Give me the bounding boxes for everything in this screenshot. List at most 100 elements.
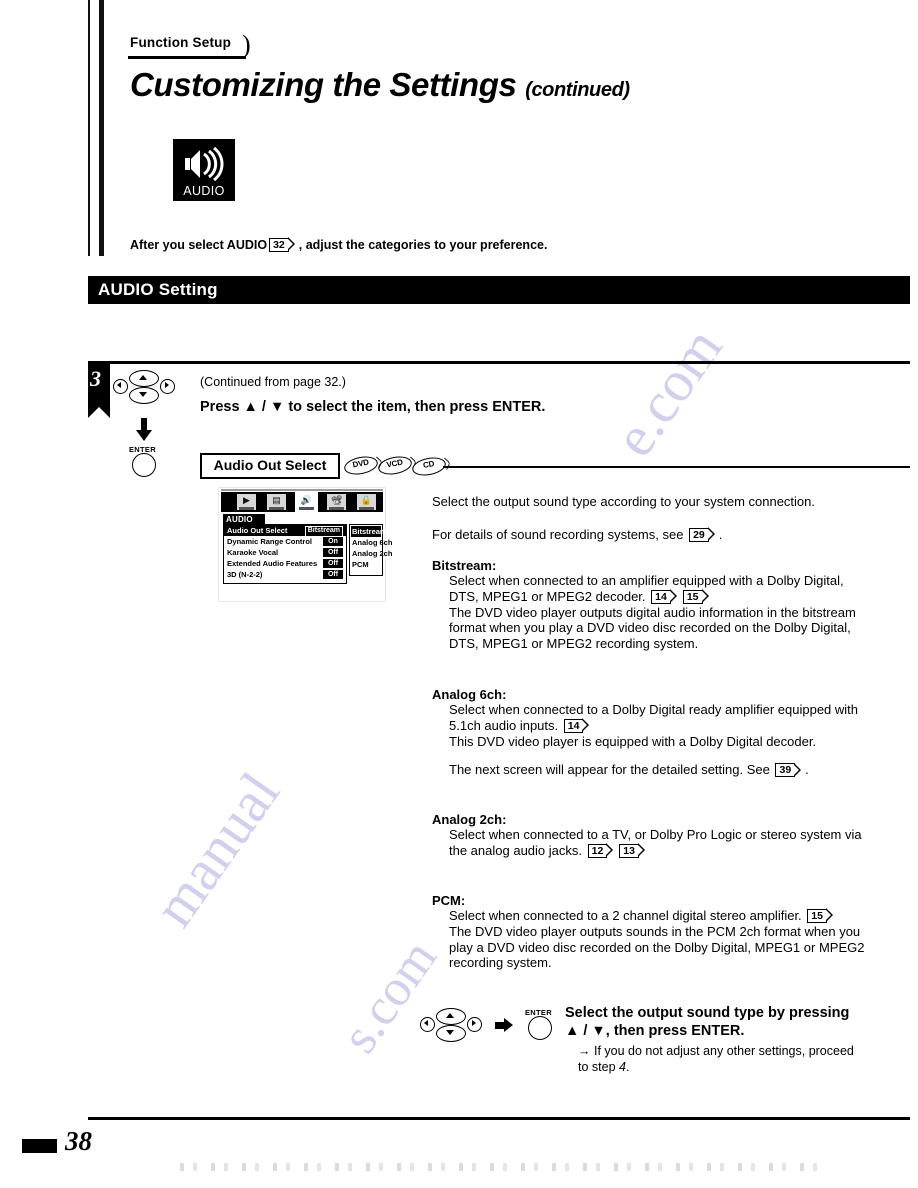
osd-row-value: Off <box>323 559 343 568</box>
kicker-paren-icon: ) <box>242 30 251 59</box>
osd-screen-icon[interactable]: 📽 <box>327 494 346 510</box>
osd-icon-bar: ▶ ▤ 🔊 📽 🔒 <box>221 492 383 512</box>
term-body: Select when connected to a Dolby Digital… <box>432 702 902 749</box>
term-line-2: the analog audio jacks. <box>449 842 582 858</box>
margin-rule-thin <box>88 0 90 256</box>
osd-row-label: Dynamic Range Control <box>227 537 313 546</box>
footer-marker <box>22 1139 57 1153</box>
details-paragraph: For details of sound recording systems, … <box>432 527 722 543</box>
term-note-before: The next screen will appear for the deta… <box>449 762 770 778</box>
dpad-right-arrow-icon <box>472 1020 476 1026</box>
intro-line: After you select AUDIO 32, adjust the cat… <box>130 237 547 252</box>
page-ref-chip: 32 <box>269 237 295 252</box>
down-arrow-icon <box>136 418 152 441</box>
osd-row-3d[interactable]: 3D (N-2-2) Off <box>224 569 346 580</box>
term-note-after: . <box>805 762 809 778</box>
osd-submenu-option-pcm[interactable]: PCM <box>352 559 369 570</box>
term-note: The next screen will appear for the deta… <box>432 762 902 778</box>
disc-badge-dvd-label: DVD <box>351 457 370 470</box>
step-instruction: Press ▲ / ▼ to select the item, then pre… <box>200 399 546 415</box>
enter-button <box>132 453 156 477</box>
page-ref-chip-12: 12 <box>587 843 613 858</box>
osd-menu-panel: Audio Out Select Bitstream Dynamic Range… <box>223 524 347 584</box>
osd-row-dynamic-range-control[interactable]: Dynamic Range Control On <box>224 536 346 547</box>
page-ref-chip-15: 15 <box>807 908 833 923</box>
watermark-text: manual <box>140 760 292 938</box>
osd-submenu-option-bitstream[interactable]: Bitstream <box>351 526 387 537</box>
section-header-bar: AUDIO Setting <box>88 276 910 304</box>
term-line-1: Select when connected to a TV, or Dolby … <box>449 827 862 842</box>
intro-text-before: After you select AUDIO <box>130 238 268 252</box>
page-title-main: Customizing the Settings <box>130 66 517 103</box>
osd-submenu: Bitstream Analog 6ch Analog 2ch PCM <box>349 524 392 576</box>
details-text-before: For details of sound recording systems, … <box>432 527 684 542</box>
kicker-label: Function Setup <box>130 35 232 50</box>
page-ref-chip-13: 13 <box>619 843 645 858</box>
osd-row-value: Off <box>323 570 343 579</box>
term-label: Bitstream: <box>432 558 497 573</box>
page-ref-chip-39: 39 <box>775 762 801 778</box>
kicker-underline <box>128 56 246 59</box>
final-note-line1: → If you do not adjust any other setting… <box>578 1044 854 1058</box>
final-enter-button <box>528 1016 552 1040</box>
scan-artifact <box>180 1163 820 1171</box>
term-block-bitstream: Bitstream: Select when connected to an a… <box>432 558 902 652</box>
page-title: Customizing the Settings (continued) <box>130 66 630 104</box>
page-ref-chip-29: 29 <box>689 527 715 542</box>
osd-lock-icon[interactable]: 🔒 <box>357 494 376 510</box>
final-note-step-number: 4 <box>619 1059 626 1074</box>
disc-badge-cd-label: CD <box>422 459 435 471</box>
osd-row-audio-out-select[interactable]: Audio Out Select Bitstream <box>224 525 346 537</box>
osd-row-value: Off <box>323 548 343 557</box>
page-title-suffix: (continued) <box>525 79 630 101</box>
term-line-3: The DVD video player outputs sounds in t… <box>449 923 861 939</box>
page-number: 38 <box>65 1126 92 1156</box>
term-line-4: play a DVD video disc recorded on the Do… <box>449 939 865 955</box>
manual-page: e.com manual s.com Function Setup ) Cust… <box>0 0 918 1188</box>
dpad-up-arrow-icon <box>139 375 147 380</box>
osd-row-extended-audio-features[interactable]: Extended Audio Features Off <box>224 558 346 569</box>
term-line-1: Select when connected to a 2 channel dig… <box>449 908 802 923</box>
dpad-right-arrow-icon <box>165 382 169 388</box>
dpad-down-arrow-icon <box>446 1030 454 1035</box>
dpad-left-arrow-icon <box>117 382 121 388</box>
term-block-pcm: PCM: Select when connected to a 2 channe… <box>432 893 902 971</box>
disc-badge-vcd-label: VCD <box>385 457 404 470</box>
osd-row-label: Extended Audio Features <box>227 559 318 568</box>
setting-rule <box>443 466 910 468</box>
details-text-after: . <box>718 527 723 542</box>
audio-badge-label: AUDIO <box>183 184 225 198</box>
setting-name: Audio Out Select <box>213 457 327 473</box>
osd-row-karaoke-vocal[interactable]: Karaoke Vocal Off <box>224 547 346 558</box>
disc-badge-dvd: DVD <box>342 453 380 478</box>
final-note-line2-before: to step <box>578 1059 619 1074</box>
osd-screenshot: ▶ ▤ 🔊 📽 🔒 AUDIO Audio Out Select Bitstre… <box>218 487 392 602</box>
final-instruction-line1: Select the output sound type by pressing <box>565 1005 850 1021</box>
term-label: Analog 2ch: <box>432 812 507 827</box>
term-line-3: This DVD video player is equipped with a… <box>449 733 817 749</box>
final-instruction: Select the output sound type by pressing… <box>565 1004 849 1040</box>
term-body: Select when connected to a 2 channel dig… <box>432 908 902 971</box>
osd-submenu-option-analog-2ch[interactable]: Analog 2ch <box>352 548 392 559</box>
watermark-text: s.com <box>330 930 448 1064</box>
term-block-analog-2ch: Analog 2ch: Select when connected to a T… <box>432 812 902 859</box>
continued-from-text: (Continued from page 32.) <box>200 375 346 389</box>
page-ref-chip-14: 14 <box>563 718 590 733</box>
disc-badge-vcd: VCD <box>376 453 414 478</box>
osd-top-line <box>221 489 383 491</box>
final-note: → If you do not adjust any other setting… <box>578 1044 854 1075</box>
osd-display-icon[interactable]: ▤ <box>267 494 286 510</box>
osd-audio-speaker-icon[interactable]: 🔊 <box>295 492 318 512</box>
osd-row-label: Karaoke Vocal <box>227 548 279 557</box>
final-note-line2-after: . <box>625 1059 630 1074</box>
osd-play-icon[interactable]: ▶ <box>237 494 256 510</box>
osd-submenu-option-analog-6ch[interactable]: Analog 6ch <box>352 537 392 548</box>
osd-row-value: On <box>323 537 343 546</box>
dpad-left-arrow-icon <box>424 1020 428 1026</box>
term-line-5: recording system. <box>449 955 552 971</box>
dpad-up-arrow-icon <box>446 1013 454 1018</box>
step-divider-rule <box>88 361 910 364</box>
osd-row-label: 3D (N-2-2) <box>227 570 263 579</box>
term-body: Select when connected to an amplifier eq… <box>432 573 902 652</box>
lead-paragraph: Select the output sound type according t… <box>432 494 816 509</box>
